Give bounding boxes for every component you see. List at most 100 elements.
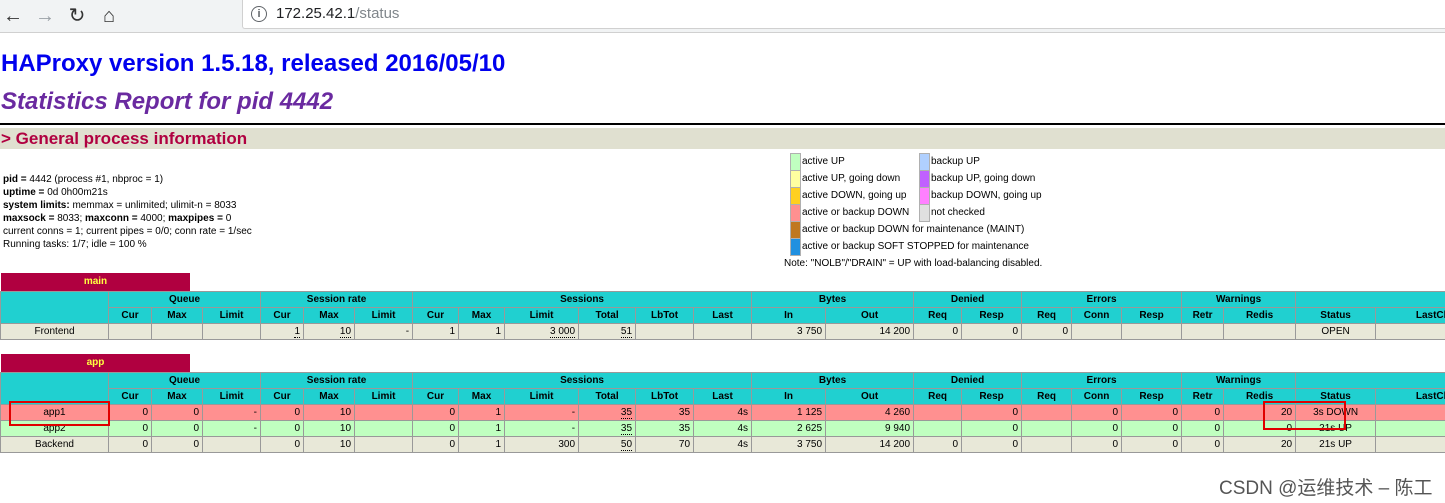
url-path: /status xyxy=(355,5,400,22)
stat-cell: 0 xyxy=(151,436,203,453)
stat-cell: - xyxy=(201,404,262,421)
stat-cell: 0 xyxy=(1071,420,1123,437)
stat-cell[interactable]: 35 xyxy=(578,404,637,421)
stat-cell: 0 xyxy=(260,436,305,453)
column-header: Out xyxy=(825,388,915,405)
column-header: Max xyxy=(303,307,356,324)
url-host: 172.25.42.1 xyxy=(276,5,356,22)
stat-cell: 35 xyxy=(635,420,695,437)
stat-cell xyxy=(1021,420,1073,437)
stat-cell: 1 xyxy=(412,323,460,340)
group-header: Bytes xyxy=(751,291,915,308)
stat-cell: 0 xyxy=(913,436,963,453)
stat-cell: 0 xyxy=(108,404,152,421)
info-pid: pid = 4442 (process #1, nbproc = 1) xyxy=(3,174,164,185)
stat-cell: 0 xyxy=(412,420,460,437)
column-header: Cur xyxy=(412,307,460,324)
column-header: Max xyxy=(303,388,356,405)
legend-swatch xyxy=(919,153,930,171)
stat-cell: 300 xyxy=(504,436,580,453)
section-title[interactable]: > General process information xyxy=(1,129,247,149)
legend-label: active or backup DOWN xyxy=(802,207,910,218)
proxy-name-app[interactable]: app xyxy=(1,354,190,372)
back-icon[interactable]: ← xyxy=(0,3,26,29)
legend-label: active UP xyxy=(802,156,845,167)
stat-cell[interactable]: 35 xyxy=(578,420,637,437)
stat-cell: 14 200 xyxy=(825,323,915,340)
stat-cell: - xyxy=(201,420,262,437)
column-header: Req xyxy=(913,307,963,324)
legend-swatch xyxy=(790,221,801,239)
site-info-icon[interactable]: i xyxy=(251,6,267,22)
legend-swatch xyxy=(790,153,801,171)
stat-cell[interactable]: 3 000 xyxy=(504,323,580,340)
group-header: Errors xyxy=(1021,372,1183,389)
column-header: LastChk xyxy=(1375,388,1445,405)
stat-cell: 0 xyxy=(1071,436,1123,453)
group-header: Denied xyxy=(913,372,1023,389)
legend-label: active UP, going down xyxy=(802,173,901,184)
group-header: Session rate xyxy=(260,372,414,389)
stat-cell: 0 xyxy=(1021,323,1073,340)
page-title: HAProxy version 1.5.18, released 2016/05… xyxy=(1,50,506,77)
stat-cell: 0 xyxy=(1121,404,1183,421)
stat-cell: 0 xyxy=(412,436,460,453)
stat-cell: 0 xyxy=(913,323,963,340)
stat-cell[interactable]: 10 xyxy=(303,323,356,340)
stat-cell: 0 xyxy=(961,323,1023,340)
row-name-cell[interactable]: Frontend xyxy=(0,323,109,340)
address-bar[interactable]: i 172.25.42.1/status xyxy=(242,0,1445,29)
corner-header xyxy=(0,372,109,405)
column-header: LbTot xyxy=(635,307,695,324)
stat-cell xyxy=(1375,323,1445,340)
table-row-app1: app1 0 0-0 10 0 1-35 35 4s 1 125 4 260 0 0 0 0 20 3s DO… xyxy=(0,404,1445,421)
column-header: Resp xyxy=(1121,388,1183,405)
stat-cell xyxy=(1121,323,1183,340)
stat-cell: 2 625 xyxy=(751,420,827,437)
stat-cell xyxy=(354,420,414,437)
stat-cell: 0 xyxy=(1181,420,1225,437)
stat-cell xyxy=(913,420,963,437)
legend-swatch xyxy=(919,204,930,222)
column-header: Retr xyxy=(1181,388,1225,405)
divider xyxy=(0,123,1445,125)
stat-cell xyxy=(201,323,262,340)
stat-cell xyxy=(1375,436,1445,453)
forward-icon[interactable]: → xyxy=(32,3,58,29)
browser-toolbar: ← → ↻ ⌂ i 172.25.42.1/status xyxy=(0,0,1445,33)
group-header: Queue xyxy=(107,372,262,389)
stat-cell[interactable]: 51 xyxy=(578,323,637,340)
column-header: Out xyxy=(825,307,915,324)
column-header: LastChk xyxy=(1375,307,1445,324)
stat-cell xyxy=(151,323,203,340)
watermark: CSDN @运维技术 – 陈工 xyxy=(1219,478,1433,499)
column-header: Limit xyxy=(201,388,262,405)
stat-cell: - xyxy=(504,420,580,437)
column-header: Redis xyxy=(1223,307,1297,324)
stat-cell xyxy=(354,436,414,453)
group-header: Session rate xyxy=(260,291,414,308)
process-info: pid = 4442 (process #1, nbproc = 1) upti… xyxy=(3,173,252,251)
column-header: Limit xyxy=(201,307,262,324)
column-header: Cur xyxy=(108,388,152,405)
column-header: Last xyxy=(693,388,753,405)
stat-cell: 70 xyxy=(635,436,695,453)
column-header: Total xyxy=(578,388,637,405)
corner-header xyxy=(0,291,109,324)
row-name-cell[interactable]: Backend xyxy=(0,436,109,453)
stat-cell[interactable]: 1 xyxy=(260,323,305,340)
reload-icon[interactable]: ↻ xyxy=(64,3,90,29)
stat-cell: 0 xyxy=(412,404,460,421)
stat-cell: 1 xyxy=(458,436,506,453)
home-icon[interactable]: ⌂ xyxy=(96,3,122,29)
stat-cell[interactable]: 50 xyxy=(578,436,637,453)
column-header: Conn xyxy=(1071,388,1123,405)
proxy-name-main[interactable]: main xyxy=(1,273,190,291)
column-header: Cur xyxy=(108,307,152,324)
stat-cell: 4s xyxy=(693,404,753,421)
highlight-status xyxy=(1263,401,1346,430)
url-text[interactable]: 172.25.42.1/status xyxy=(276,5,399,22)
stat-cell: 0 xyxy=(1121,436,1183,453)
group-header: Queue xyxy=(107,291,262,308)
page-subtitle: Statistics Report for pid 4442 xyxy=(1,88,334,115)
